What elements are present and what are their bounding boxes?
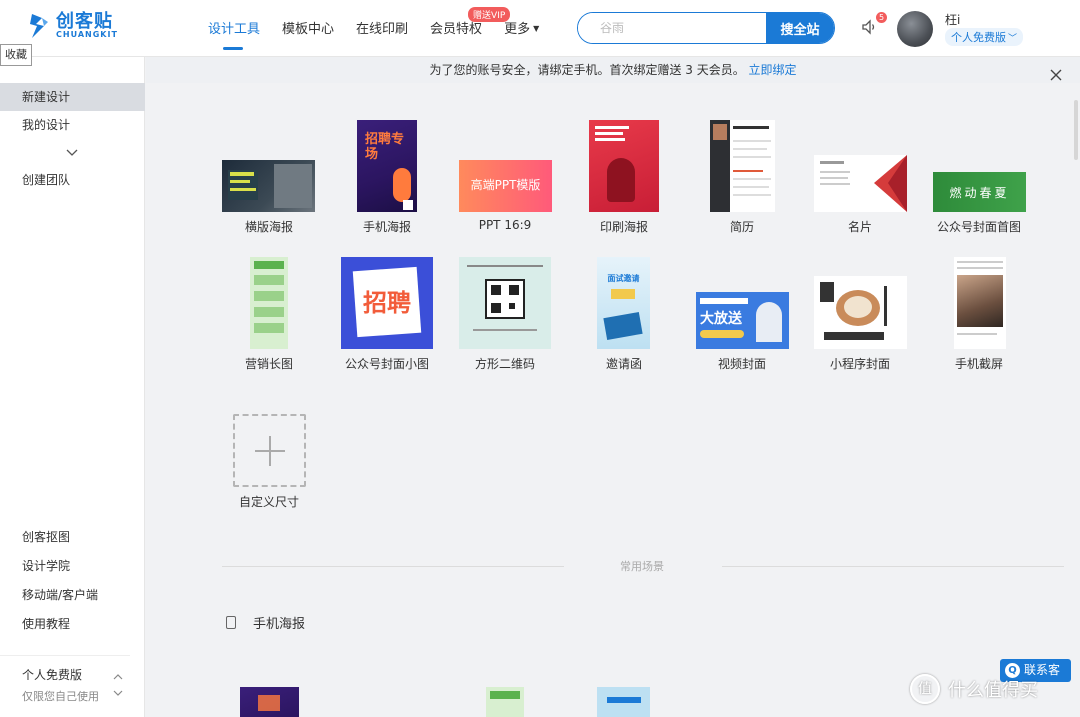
template-thumbnail: 招聘专场 [357,120,417,212]
scene-thumbnail-invitation[interactable] [597,687,650,717]
template-thumb-text: 高端PPT模版 [470,178,541,192]
sidebar-item-tutorial[interactable]: 使用教程 [0,610,145,638]
user-avatar[interactable] [897,11,933,47]
chevron-down-icon: ﹀ [1008,34,1018,44]
template-thumbnail: 招聘 [341,257,433,349]
template-label: 简历 [729,220,754,234]
template-thumbnail [814,276,907,349]
template-thumbnail: 面试邀请 [597,257,650,349]
template-thumbnail [954,257,1006,349]
template-thumbnail [250,257,288,349]
bind-phone-notice: 为了您的账号安全，请绑定手机。首次绑定赠送 3 天会员。 立即绑定 [146,57,1080,83]
template-label: 手机截屏 [954,357,1003,371]
brand-logo[interactable]: 创客贴 CHUANGKIT [28,12,118,40]
user-plan-dropdown[interactable]: 个人免费版 ﹀ [945,28,1024,46]
template-label: 公众号封面首图 [936,220,1021,234]
template-thumbnail: 高端PPT模版 [459,160,552,212]
template-thumb-text: 燃动春夏 [949,186,1010,200]
notification-count-badge: 5 [876,12,887,23]
bind-now-link[interactable]: 立即绑定 [749,63,797,77]
sidebar-item-new-design[interactable]: 新建设计 [0,83,145,111]
template-thumbnail [459,257,551,349]
template-label: 营销长图 [244,357,293,371]
template-thumbnail [589,120,659,212]
nav-template-center[interactable]: 模板中心 [282,18,334,37]
sidebar-item-cutout[interactable]: 创客抠图 [0,523,145,551]
template-label: 手机海报 [362,220,411,234]
divider [722,566,1064,567]
template-thumb-text: 大放送 [700,311,742,327]
scrollbar[interactable] [1074,100,1078,160]
chevron-updown-icon[interactable] [112,672,124,698]
template-label: 视频封面 [717,357,766,371]
caret-down-icon: ▼ [533,24,540,33]
template-label: 方形二维码 [474,357,535,371]
nav-member-label: 会员特权 [430,22,483,37]
sidebar-item-design-academy[interactable]: 设计学院 [0,552,145,580]
main-nav: 设计工具 模板中心 在线印刷 会员特权 赠送VIP 更多 ▼ [208,7,561,50]
scene-thumbnail-marketing[interactable] [486,687,524,717]
template-label: 名片 [847,220,872,234]
search-button[interactable]: 搜全站 [766,13,834,43]
template-thumb-text: 招聘 [363,289,411,317]
notice-text: 为了您的账号安全，请绑定手机。首次绑定赠送 3 天会员。 [429,63,745,77]
top-header: 创客贴 CHUANGKIT 设计工具 模板中心 在线印刷 会员特权 赠送VIP … [0,0,1080,57]
close-icon[interactable] [1050,64,1062,81]
speaker-notification-icon[interactable] [860,18,878,36]
plus-icon[interactable] [233,414,306,487]
favorites-tab[interactable]: 收藏 [0,44,32,66]
template-thumb-text: 招聘专场 [365,132,405,162]
watermark: 值 什么值得买 [910,674,1038,704]
brand-name: 创客贴 [56,11,113,32]
template-label: 小程序封面 [829,357,890,371]
nav-design-tools[interactable]: 设计工具 [208,18,260,50]
nav-member-privileges[interactable]: 会员特权 赠送VIP [430,7,511,37]
watermark-logo-icon: 值 [910,674,940,704]
search-input[interactable] [578,13,766,43]
watermark-text: 什么值得买 [948,680,1038,701]
sidebar-item-my-designs[interactable]: 我的设计 [0,111,145,139]
left-sidebar: 收藏 新建设计 我的设计 创建团队 创客抠图 设计学院 移动端/客户端 使用教程… [0,44,145,717]
scene-section-title: 手机海报 [226,613,305,632]
logo-mark-icon [28,12,52,40]
template-thumbnail [814,155,907,212]
template-thumb-text: 面试邀请 [607,274,640,283]
common-scenes-label: 常用场景 [620,560,664,573]
template-label: PPT 16:9 [478,218,532,232]
sidebar-item-create-team[interactable]: 创建团队 [0,166,145,194]
divider [222,566,564,567]
template-label: 印刷海报 [599,220,648,234]
template-label: 横版海报 [244,220,293,234]
plan-info[interactable]: 个人免费版 仅限您自己使用 [0,655,130,704]
sidebar-item-mobile-client[interactable]: 移动端/客户端 [0,581,145,609]
search-bar: 搜全站 [577,12,835,44]
template-thumbnail: 燃动春夏 [933,172,1026,212]
scene-section-label: 手机海报 [253,617,306,632]
template-thumbnail [222,160,315,212]
brand-name-en: CHUANGKIT [56,30,118,39]
template-label: 自定义尺寸 [238,495,299,509]
user-plan-label: 个人免费版 [951,31,1006,44]
template-thumbnail [710,120,775,212]
chevron-down-icon[interactable] [65,145,79,159]
template-label: 邀请函 [605,357,642,371]
nav-more[interactable]: 更多 ▼ [504,18,539,37]
template-label: 公众号封面小图 [344,357,429,371]
nav-more-label: 更多 [504,22,531,37]
template-thumbnail: 大放送 [696,292,789,349]
nav-online-print[interactable]: 在线印刷 [356,18,408,37]
phone-icon [226,616,236,629]
user-name[interactable]: 枉i [945,11,960,28]
scene-thumbnail-mobile-poster[interactable] [240,687,299,717]
